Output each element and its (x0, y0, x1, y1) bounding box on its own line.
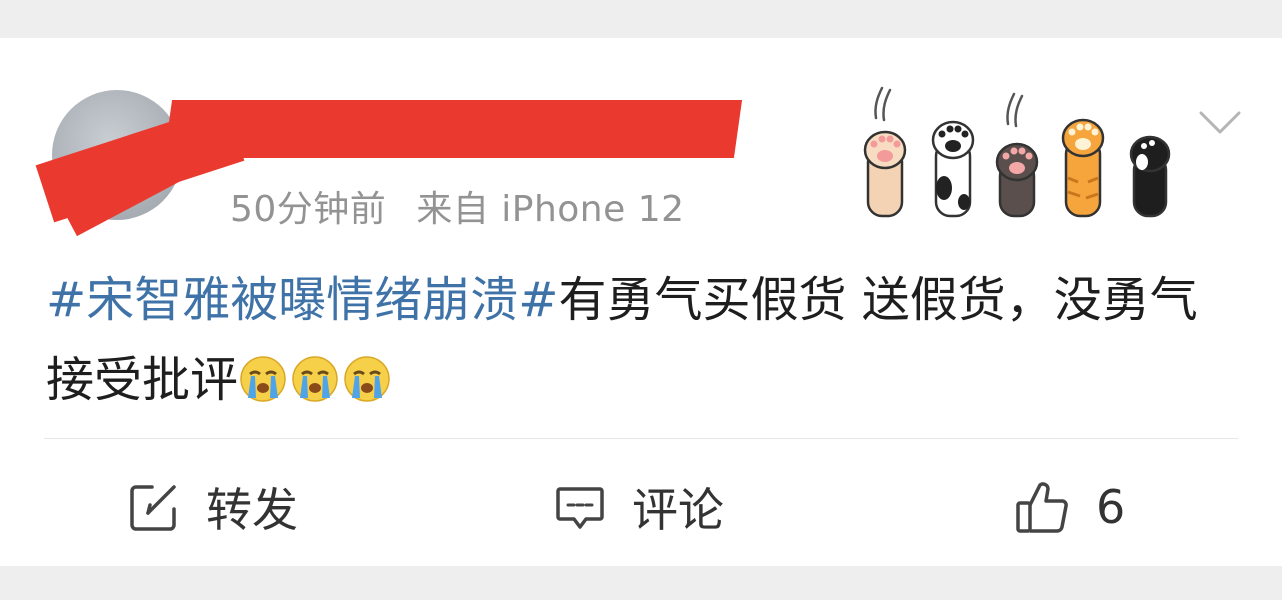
comment-label: 评论 (632, 483, 724, 537)
post-body: #宋智雅被曝情绪崩溃#有勇气买假货 送假货，没勇气接受批评 (46, 260, 1236, 420)
repost-label: 转发 (206, 483, 298, 537)
repost-icon (130, 485, 176, 531)
emoji-group (238, 352, 394, 408)
post-source: 来自 iPhone 12 (416, 189, 685, 230)
divider (44, 438, 1238, 439)
cat-paws-decoration (863, 86, 1171, 218)
weibo-post-card: 50分钟前 来自 iPhone 12 #宋智雅被曝情绪崩溃#有勇气买假货 送假货… (0, 38, 1282, 566)
like-button[interactable]: 6 (1014, 472, 1125, 542)
username-redaction (163, 100, 743, 158)
comment-button[interactable]: 评论 (554, 472, 724, 542)
topic-link[interactable]: #宋智雅被曝情绪崩溃# (46, 272, 558, 328)
chevron-down-icon[interactable] (1198, 108, 1242, 138)
loudly-crying-face-icon (344, 356, 390, 402)
loudly-crying-face-icon (240, 356, 286, 402)
like-count: 6 (1096, 480, 1126, 534)
repost-button[interactable]: 转发 (128, 472, 298, 542)
thumbs-up-icon (1016, 482, 1068, 533)
post-time: 50分钟前 (230, 189, 387, 230)
loudly-crying-face-icon (292, 356, 338, 402)
comment-icon (556, 487, 604, 529)
post-meta: 50分钟前 来自 iPhone 12 (230, 180, 685, 232)
